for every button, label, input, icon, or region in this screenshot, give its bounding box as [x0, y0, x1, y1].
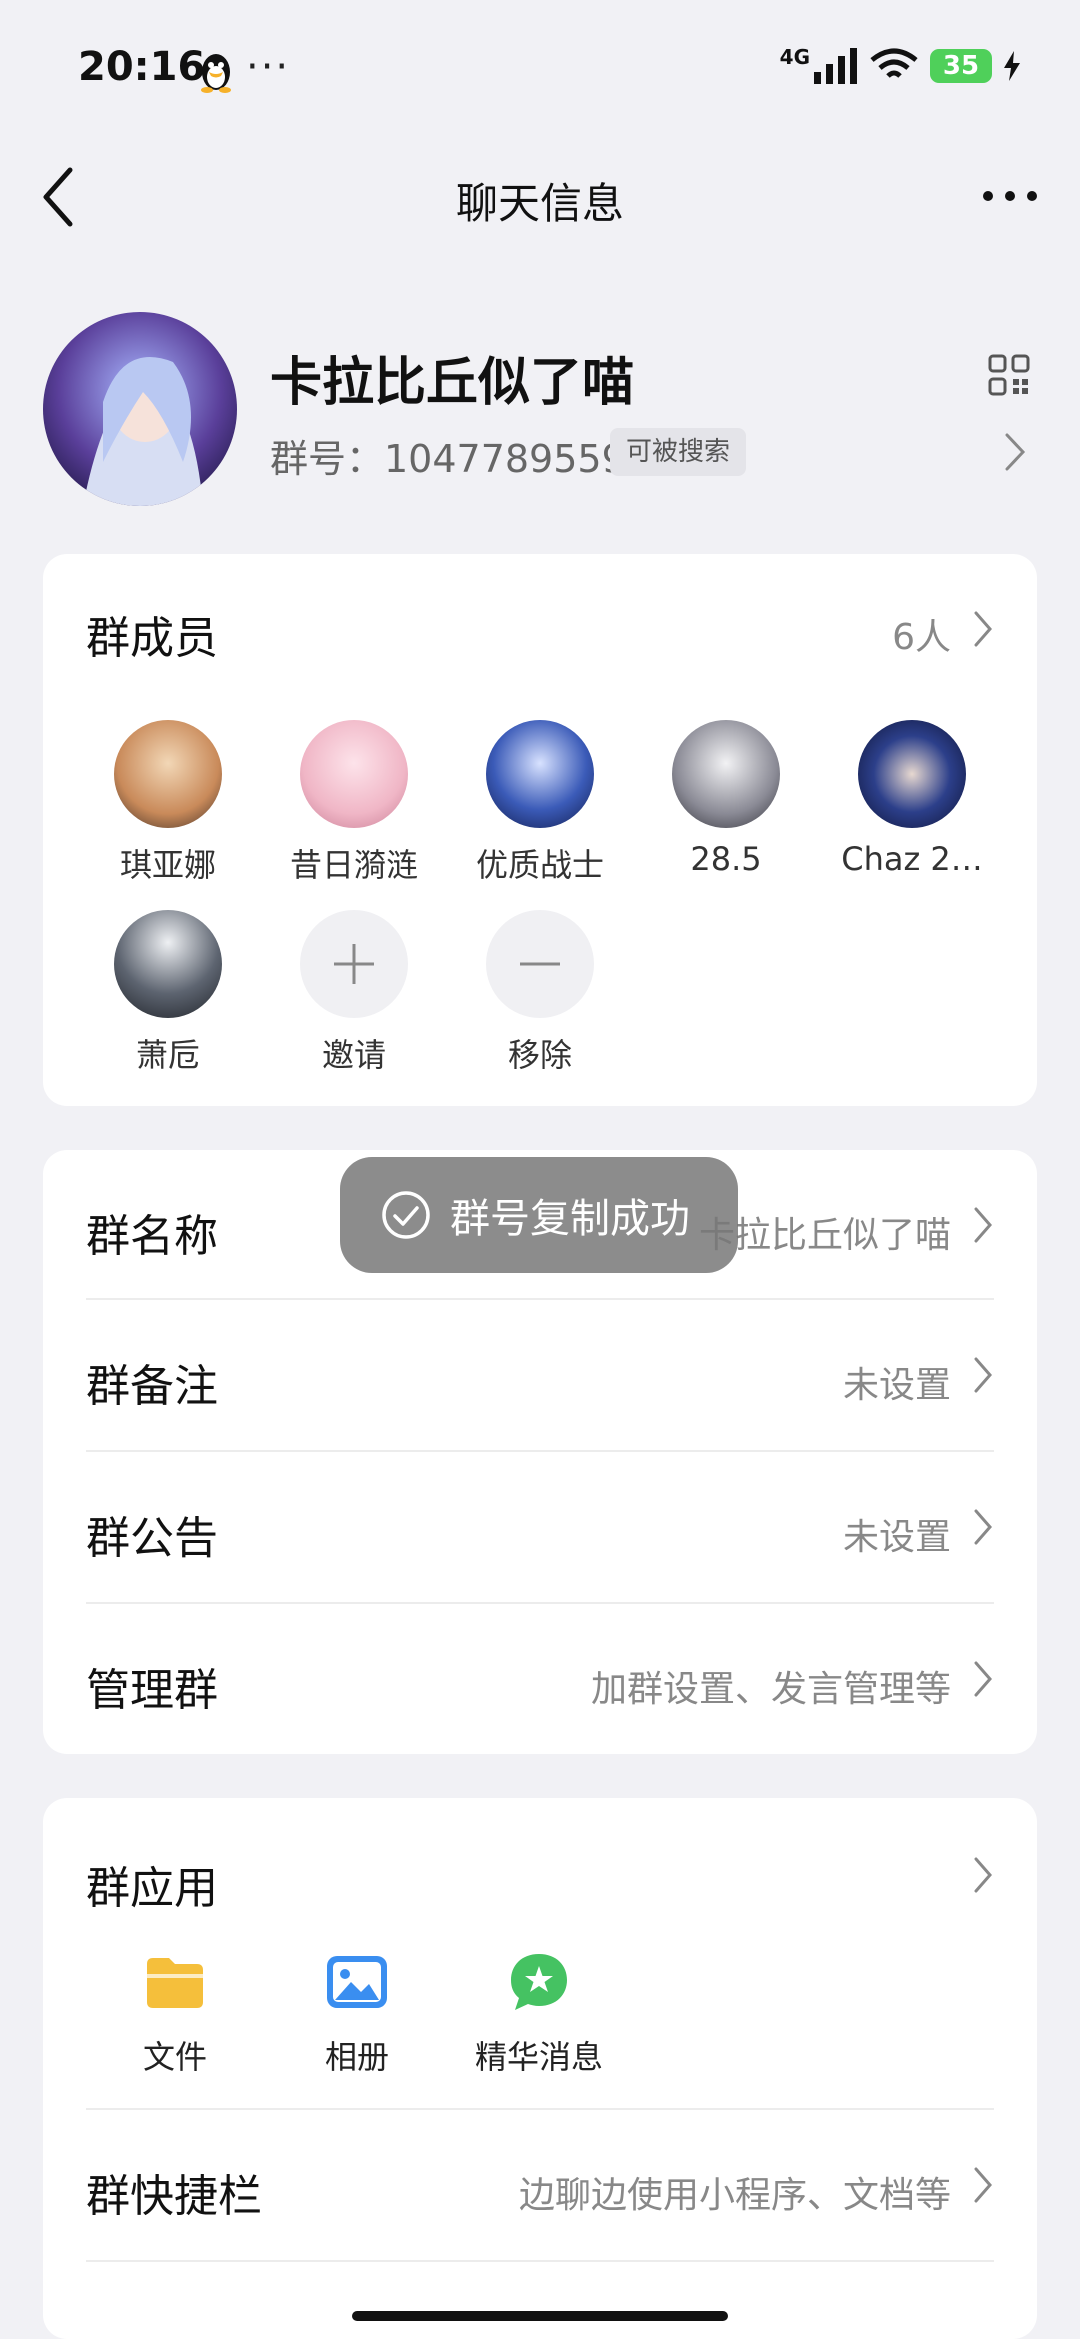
qq-penguin-icon: [196, 50, 236, 94]
battery-indicator: 35: [930, 49, 992, 83]
folder-icon: [147, 1958, 203, 2008]
app-label: 精华消息: [474, 2038, 603, 2076]
avatar: [114, 910, 222, 1018]
settings-row-manage[interactable]: 管理群 加群设置、发言管理等: [43, 1604, 1037, 1754]
more-dots-icon: [983, 191, 1037, 201]
row-value: 未设置: [842, 1517, 951, 1558]
member-count[interactable]: 6人: [892, 608, 951, 660]
member-item[interactable]: 萧卮: [78, 910, 258, 1076]
charging-icon: [1004, 51, 1020, 81]
members-title: 群成员: [86, 613, 218, 664]
chevron-right-icon: [974, 1357, 992, 1393]
member-item[interactable]: 琪亚娜: [78, 720, 258, 886]
group-name: 卡拉比丘似了喵: [270, 353, 635, 413]
more-options-button[interactable]: [980, 176, 1040, 216]
toast-text: 群号复制成功: [450, 1196, 690, 1242]
album-icon: [327, 1956, 387, 2008]
avatar: [858, 720, 966, 828]
group-id[interactable]: 群号：1047789559: [270, 428, 626, 483]
app-files[interactable]: 文件: [85, 1950, 265, 2078]
member-item[interactable]: 昔日漪涟: [264, 720, 444, 886]
apps-card: 群应用 文件 相册 精华消息 群快捷栏 边聊边使用小程序、文档等: [43, 1798, 1037, 2339]
network-label: 4G: [779, 45, 810, 69]
qr-code-icon[interactable]: [988, 354, 1030, 396]
page-title: 聊天信息: [455, 179, 624, 228]
avatar: [114, 720, 222, 828]
chevron-right-icon: [974, 1207, 992, 1243]
plus-icon: [300, 910, 408, 1018]
status-more-dots: ···: [246, 44, 291, 90]
chevron-right-icon: [974, 1661, 992, 1697]
member-name: 昔日漪涟: [289, 846, 418, 884]
row-value: 边聊边使用小程序、文档等: [518, 2175, 951, 2216]
toast: 群号复制成功: [340, 1157, 738, 1273]
member-item[interactable]: Chaz 2…: [822, 720, 1002, 878]
row-label: 群公告: [86, 1513, 218, 1564]
member-item[interactable]: 优质战士: [450, 720, 630, 886]
app-highlights[interactable]: 精华消息: [449, 1950, 629, 2078]
minus-icon: [486, 910, 594, 1018]
avatar: [672, 720, 780, 828]
row-label: 群名称: [86, 1211, 218, 1262]
member-name: 琪亚娜: [119, 846, 216, 884]
chevron-right-icon: [974, 1509, 992, 1545]
status-time: 20:16: [78, 44, 206, 90]
remove-label: 移除: [507, 1036, 572, 1074]
searchable-badge: 可被搜索: [610, 428, 747, 476]
chevron-right-icon[interactable]: [973, 610, 993, 648]
check-circle-icon: [382, 1191, 430, 1239]
members-card: 群成员 6人 琪亚娜 昔日漪涟 优质战士 28.5 Chaz 2… 萧卮 邀请 …: [43, 554, 1037, 1106]
signal-icon: [814, 48, 857, 84]
row-label: 群快捷栏: [86, 2171, 262, 2222]
member-name: 优质战士: [475, 846, 604, 884]
status-right-group: 4G 35: [779, 45, 1020, 84]
avatar: [486, 720, 594, 828]
row-value: 未设置: [842, 1365, 951, 1406]
star-chat-icon: [511, 1954, 567, 2010]
app-album[interactable]: 相册: [267, 1950, 447, 2078]
chevron-right-icon: [974, 2167, 992, 2203]
row-value: 加群设置、发言管理等: [590, 1669, 951, 1710]
member-name: 萧卮: [135, 1036, 200, 1074]
wifi-icon: [870, 48, 918, 78]
row-label: 群备注: [86, 1361, 218, 1412]
chevron-right-icon[interactable]: [1004, 432, 1026, 472]
avatar: [300, 720, 408, 828]
app-label: 文件: [142, 2038, 207, 2076]
home-indicator[interactable]: [352, 2311, 728, 2321]
apps-title: 群应用: [86, 1863, 218, 1914]
remove-button[interactable]: 移除: [450, 910, 630, 1076]
invite-label: 邀请: [321, 1036, 386, 1074]
shortcut-row[interactable]: 群快捷栏 边聊边使用小程序、文档等: [43, 2110, 1037, 2260]
chevron-right-icon[interactable]: [973, 1856, 993, 1894]
member-item[interactable]: 28.5: [636, 720, 816, 878]
invite-button[interactable]: 邀请: [264, 910, 444, 1076]
settings-row-remark[interactable]: 群备注 未设置: [43, 1300, 1037, 1450]
divider: [86, 2260, 994, 2262]
member-name: 28.5: [690, 840, 762, 878]
member-name: Chaz 2…: [841, 840, 983, 878]
group-avatar[interactable]: [43, 312, 237, 506]
app-label: 相册: [324, 2038, 389, 2076]
row-label: 管理群: [86, 1665, 218, 1716]
settings-row-notice[interactable]: 群公告 未设置: [43, 1452, 1037, 1602]
